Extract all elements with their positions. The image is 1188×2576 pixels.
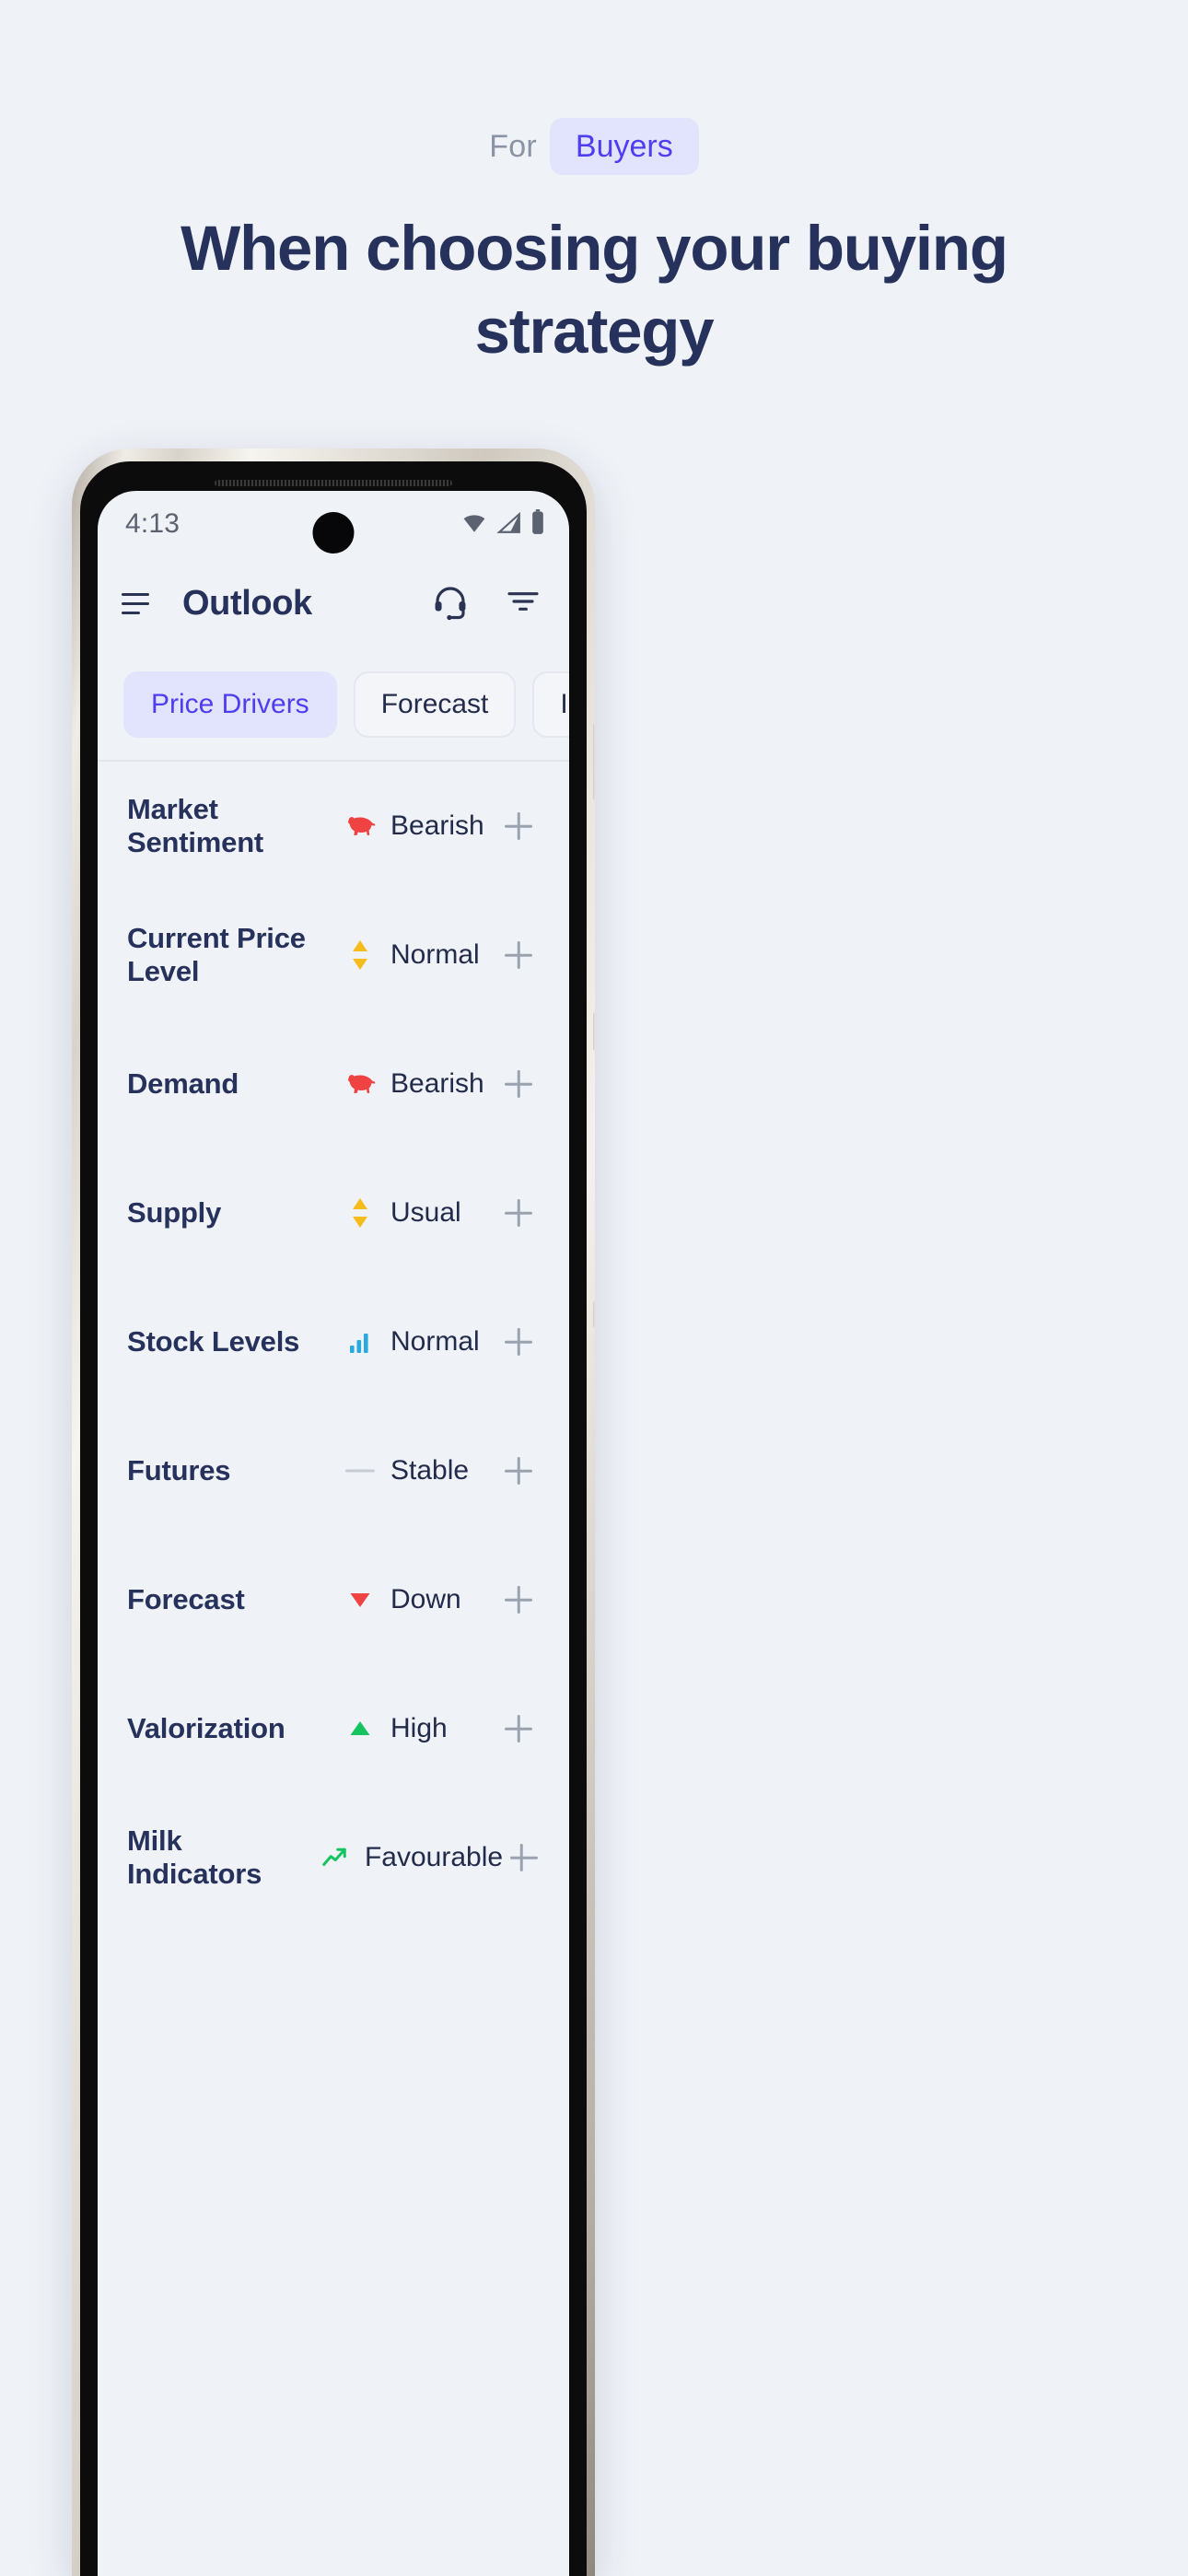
table-row[interactable]: Stock Levels Normal [98,1277,569,1406]
table-row[interactable]: Current Price Level Normal [98,891,569,1020]
driver-value: High [390,1713,448,1743]
driver-status: Stable [344,1455,469,1486]
driver-status: Normal [344,1326,480,1358]
app-title: Outlook [182,583,312,623]
earpiece-speaker-icon [215,480,452,486]
driver-status: High [344,1713,448,1744]
table-row[interactable]: Futures Stable [98,1406,569,1535]
app-bar-actions [431,582,542,625]
driver-status: Usual [344,1197,461,1229]
table-row[interactable]: Valorization High [98,1664,569,1793]
power-button[interactable] [593,723,595,800]
plus-icon[interactable] [503,1836,540,1879]
plus-icon[interactable] [497,805,540,847]
triangle-up-icon [344,1713,376,1744]
triangle-down-icon [344,1584,376,1615]
table-row[interactable]: Milk Indicators Favourable [98,1793,569,1922]
driver-label: Stock Levels [127,1325,300,1358]
driver-label: Futures [127,1454,231,1486]
plus-icon[interactable] [497,1063,540,1105]
driver-value: Bearish [390,810,484,841]
plus-icon[interactable] [497,1579,540,1621]
driver-status: Down [344,1584,461,1615]
bear-icon [344,810,376,842]
tab-forecast[interactable]: Forecast [353,671,517,738]
driver-value: Favourable [364,1842,504,1872]
battery-icon [530,508,545,540]
driver-label: Milk Indicators [127,1824,262,1890]
driver-value: Normal [390,939,480,970]
up-down-arrows-icon [344,1197,376,1229]
wifi-icon [460,511,488,540]
driver-label: Demand [127,1067,239,1100]
plus-icon[interactable] [497,1321,540,1363]
driver-status: Favourable [319,1842,503,1873]
app-bar: Outlook [98,557,569,649]
driver-label: Current Price Level [127,922,306,987]
driver-value: Down [390,1584,461,1614]
driver-value: Normal [390,1326,480,1357]
plus-icon[interactable] [497,1192,540,1234]
bar-chart-icon [344,1326,376,1358]
volume-down-button[interactable] [593,1300,595,1328]
driver-label: Forecast [127,1583,245,1615]
table-row[interactable]: Supply Usual [98,1148,569,1277]
trending-up-icon [319,1842,350,1873]
driver-label: Supply [127,1196,222,1229]
promo-audience-pill: Buyers [549,118,699,175]
hamburger-menu-icon[interactable] [122,585,158,622]
tab-price-drivers[interactable]: Price Drivers [123,671,337,738]
plus-icon[interactable] [497,1450,540,1492]
up-down-arrows-icon [344,939,376,971]
promo-eyebrow: For Buyers [0,118,1188,175]
volume-up-button[interactable] [593,1012,595,1051]
phone-bezel: 4:13 Outlook Price Drivers Forecast I Ma… [80,461,587,2576]
dash-icon [344,1455,376,1486]
driver-value: Usual [390,1197,461,1228]
phone-mockup: 4:13 Outlook Price Drivers Forecast I Ma… [72,449,595,2576]
phone-screen: 4:13 Outlook Price Drivers Forecast I Ma… [98,491,569,2576]
table-row[interactable]: Demand Bearish [98,1020,569,1148]
filter-icon[interactable] [505,583,542,624]
plus-icon[interactable] [497,934,540,976]
driver-status: Bearish [344,810,484,842]
driver-value: Stable [390,1455,470,1486]
driver-value: Bearish [390,1068,484,1099]
driver-label: Market Sentiment [127,793,264,858]
tab-strip: Price Drivers Forecast Insights [98,649,569,762]
promo-eyebrow-prefix: For [489,128,537,164]
bear-icon [344,1068,376,1100]
status-bar-clock: 4:13 [125,508,181,539]
cellular-signal-icon [496,511,522,540]
front-camera-icon [312,512,355,554]
phone-frame: 4:13 Outlook Price Drivers Forecast I Ma… [72,449,595,2576]
headset-support-icon[interactable] [431,582,470,625]
driver-label: Valorization [127,1712,285,1744]
status-bar-icons [460,508,545,540]
plus-icon[interactable] [497,1708,540,1750]
tab-insights[interactable]: Insights [532,671,569,738]
driver-status: Bearish [344,1068,484,1100]
table-row[interactable]: Market Sentiment Bearish [98,762,569,891]
price-drivers-list: Market Sentiment Bearish Current Price L… [98,762,569,1922]
driver-status: Normal [344,939,480,971]
promo-headline: When choosing your buying strategy [181,213,1008,367]
table-row[interactable]: Forecast Down [98,1535,569,1664]
